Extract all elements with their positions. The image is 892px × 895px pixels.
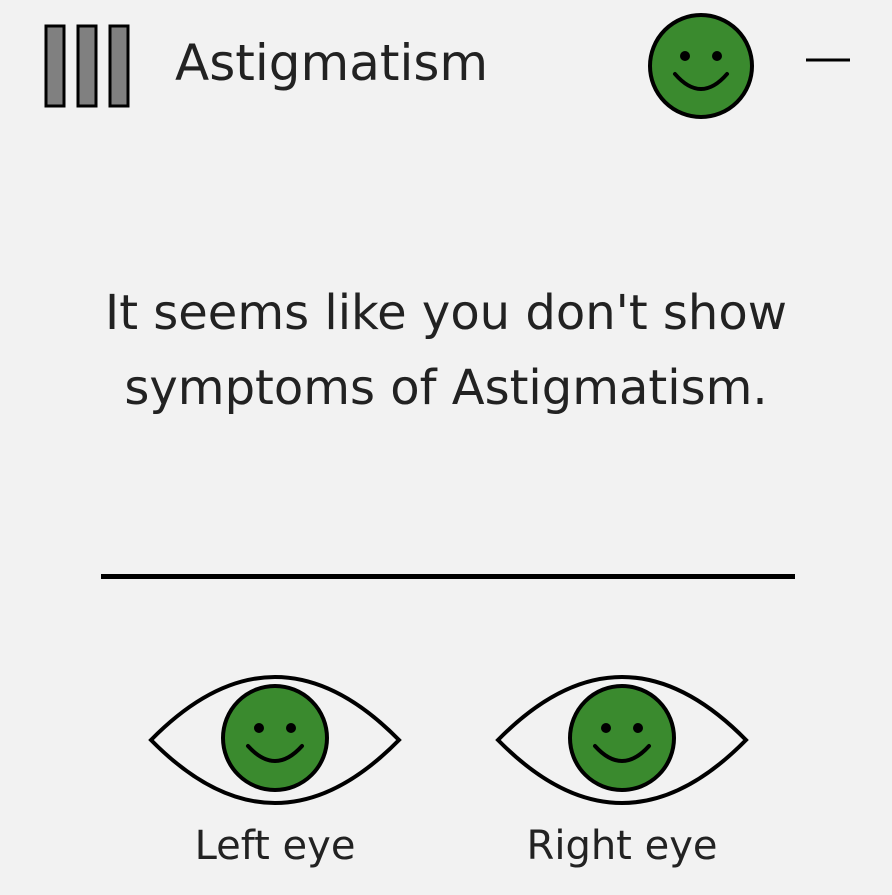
right-eye-result [494,664,750,816]
smiley-face-icon [568,684,676,792]
left-eye-label: Left eye [194,823,356,869]
right-eye-label: Right eye [526,823,718,869]
menu-bars-icon[interactable] [44,24,130,108]
smiley-face-icon [647,12,755,120]
result-message: It seems like you don't show symptoms of… [105,285,787,416]
minimize-icon[interactable] [804,50,852,70]
left-eye-result [147,664,403,816]
divider [101,574,795,579]
page-title: Astigmatism [175,34,489,92]
smiley-face-icon [221,684,329,792]
